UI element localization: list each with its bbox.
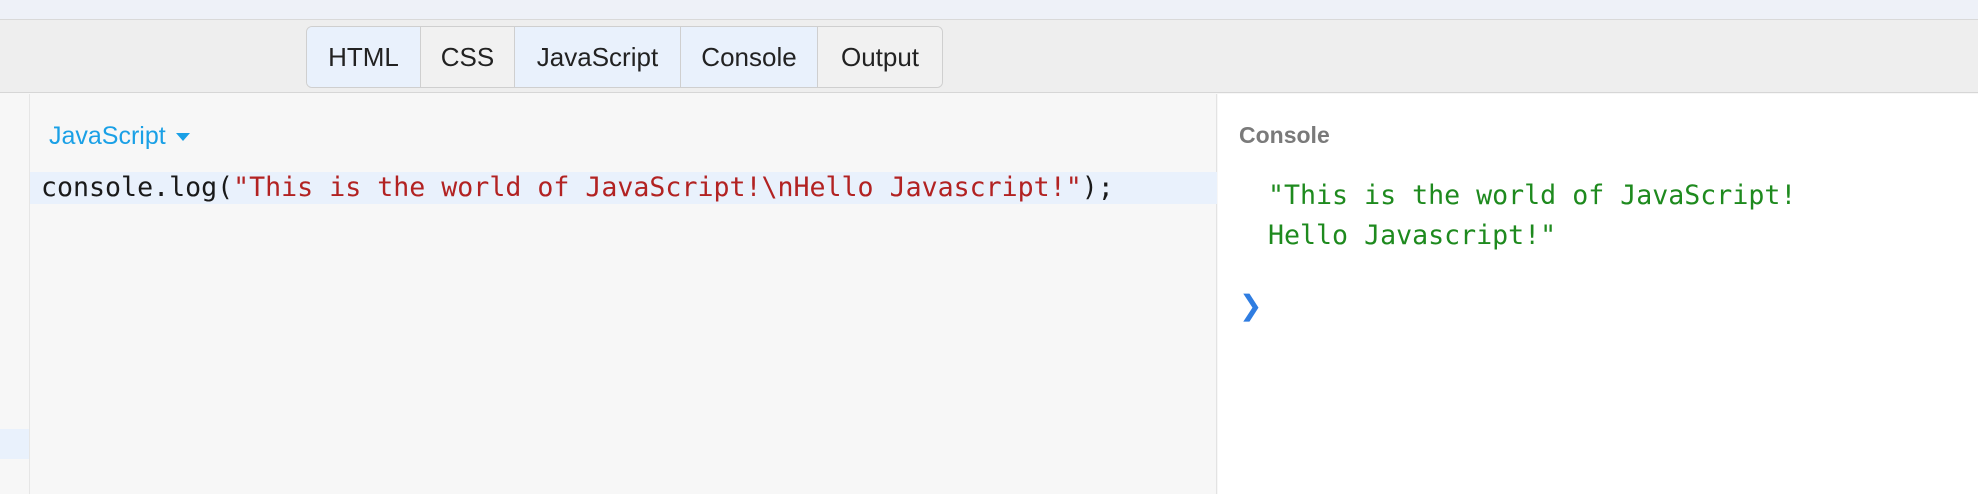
code-string-literal: "This is the world of JavaScript!\nHello… [233,172,1082,203]
console-prompt-icon[interactable]: ❯ [1239,289,1262,322]
panel-tabs: HTML CSS JavaScript Console Output [306,26,943,88]
tab-javascript[interactable]: JavaScript [515,27,681,87]
code-call-end: ); [1081,172,1114,203]
chevron-down-icon [175,132,190,141]
language-selector[interactable]: JavaScript [49,122,190,151]
javascript-editor-pane[interactable]: JavaScript console.log("This is the worl… [30,94,1217,494]
gutter-active-line-marker [0,429,29,459]
console-output-line: "This is the world of JavaScript! [1268,180,1797,211]
code-call: console.log( [41,172,234,203]
console-output: "This is the world of JavaScript! Hello J… [1268,176,1796,256]
code-line[interactable]: console.log("This is the world of JavaSc… [30,172,1217,204]
console-output-line: Hello Javascript!" [1268,220,1557,251]
top-strip [0,0,1978,20]
console-title: Console [1239,122,1330,148]
toolbar: HTML CSS JavaScript Console Output [0,20,1978,93]
console-pane: Console "This is the world of JavaScript… [1218,94,1978,494]
tab-css[interactable]: CSS [421,27,515,87]
tab-html[interactable]: HTML [307,27,421,87]
tab-output[interactable]: Output [818,27,942,87]
tab-console[interactable]: Console [681,27,818,87]
language-selector-label: JavaScript [49,122,166,150]
